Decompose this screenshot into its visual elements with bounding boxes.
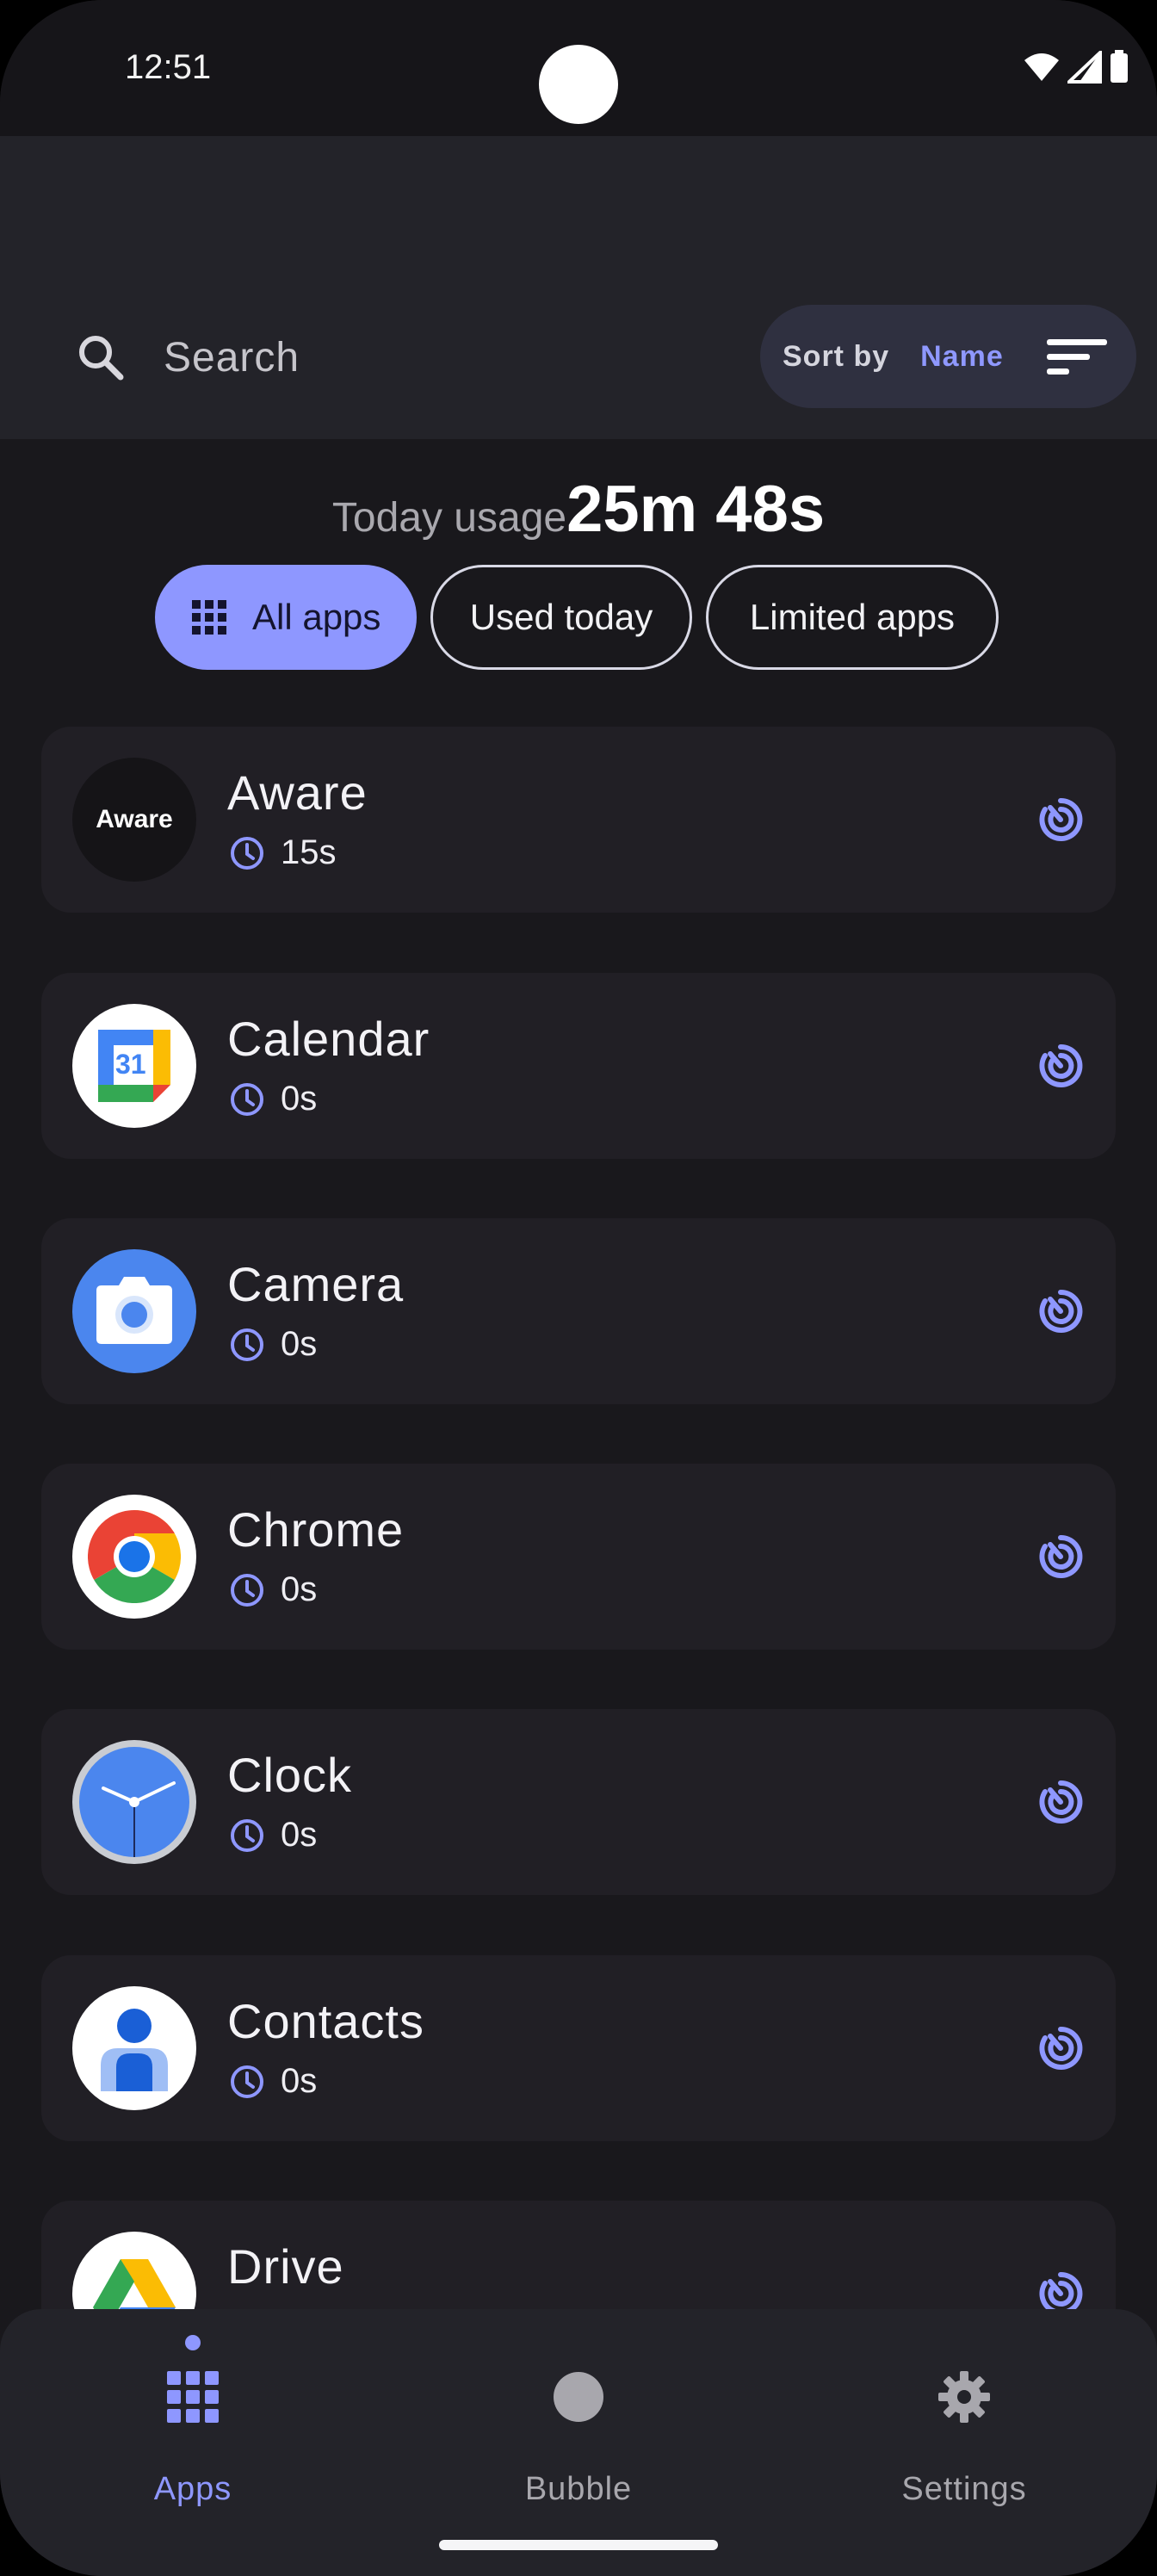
limit-timer-icon[interactable]	[1036, 1778, 1085, 1826]
search-icon	[79, 336, 124, 381]
app-usage-time: 0s	[229, 2062, 317, 2101]
app-usage-time: 15s	[229, 833, 337, 872]
chrome-icon	[72, 1495, 196, 1619]
contacts-icon	[72, 1986, 196, 2110]
limit-timer-icon[interactable]	[1036, 2024, 1085, 2072]
chip-label: All apps	[252, 597, 381, 637]
nav-apps[interactable]: Apps	[0, 2309, 386, 2524]
camera-cutout	[539, 45, 618, 124]
nav-label: Apps	[153, 2471, 232, 2507]
limit-timer-icon[interactable]	[1036, 1042, 1085, 1090]
app-name: Aware	[227, 765, 368, 820]
chip-label: Used today	[469, 597, 653, 637]
clock-small-icon	[231, 1082, 263, 1116]
chip-all-apps[interactable]: All apps	[155, 565, 417, 670]
sort-button[interactable]: Sort by Name	[760, 305, 1136, 408]
bubble-icon	[554, 2372, 603, 2422]
clock-small-icon	[231, 1328, 263, 1361]
calendar-icon: 31	[72, 1004, 196, 1128]
active-indicator	[185, 2335, 201, 2350]
battery-icon	[1111, 50, 1128, 83]
aware-logo-icon: Aware	[72, 758, 196, 882]
gear-icon	[938, 2371, 990, 2423]
limit-timer-icon[interactable]	[1036, 1533, 1085, 1581]
chip-used-today[interactable]: Used today	[430, 565, 692, 670]
app-usage-time: 0s	[229, 1816, 317, 1855]
chip-limited-apps[interactable]: Limited apps	[706, 565, 999, 670]
list-item[interactable]: Camera 0s	[41, 1218, 1116, 1404]
list-item[interactable]: Chrome 0s	[41, 1464, 1116, 1650]
clock-small-icon	[231, 1573, 263, 1607]
search-bar[interactable]: Search	[76, 310, 300, 405]
wifi-icon	[1024, 53, 1059, 81]
bottom-navigation: Apps Bubble Settings	[0, 2309, 1157, 2576]
list-item[interactable]: Contacts 0s	[41, 1955, 1116, 2141]
phone-screen: 12:51 Search Sort by Name Today usage25m…	[0, 0, 1157, 2576]
nav-label: Settings	[901, 2471, 1027, 2507]
filter-chips: All apps Used today Limited apps	[155, 565, 999, 670]
limit-timer-icon[interactable]	[1036, 796, 1085, 844]
signal-icon	[1067, 51, 1102, 84]
list-item[interactable]: 31 Calendar 0s	[41, 973, 1116, 1159]
nav-bubble[interactable]: Bubble	[386, 2309, 771, 2524]
clock-small-icon	[231, 2065, 263, 2098]
limit-timer-icon[interactable]	[1036, 1287, 1085, 1335]
sort-value: Name	[920, 339, 1004, 373]
grid-icon	[167, 2371, 219, 2423]
today-usage: Today usage25m 48s	[0, 472, 1157, 547]
chip-label: Limited apps	[749, 597, 956, 637]
app-name: Drive	[227, 2239, 344, 2294]
grid-icon	[192, 600, 226, 635]
search-input[interactable]: Search	[164, 334, 300, 381]
app-usage-time: 0s	[229, 1080, 317, 1118]
home-indicator[interactable]	[439, 2540, 718, 2550]
usage-label: Today usage	[331, 495, 567, 541]
sort-icon	[1047, 339, 1107, 375]
nav-settings[interactable]: Settings	[771, 2309, 1157, 2524]
list-item[interactable]: Aware Aware 15s	[41, 727, 1116, 913]
app-name: Clock	[227, 1748, 353, 1802]
nav-label: Bubble	[524, 2471, 633, 2507]
aware-logo-text: Aware	[96, 805, 173, 833]
calendar-day: 31	[115, 1049, 146, 1080]
usage-value: 25m 48s	[566, 473, 826, 546]
status-bar: 12:51	[0, 0, 1157, 136]
status-time: 12:51	[125, 48, 212, 86]
app-name: Chrome	[227, 1502, 405, 1557]
sort-label: Sort by	[783, 339, 890, 373]
clock-icon	[72, 1740, 196, 1864]
clock-small-icon	[231, 836, 263, 870]
app-usage-time: 0s	[229, 1570, 317, 1609]
status-icons	[1023, 50, 1129, 84]
list-item[interactable]: Clock 0s	[41, 1709, 1116, 1895]
app-name: Calendar	[227, 1012, 430, 1066]
app-name: Camera	[227, 1257, 405, 1311]
app-usage-time: 0s	[229, 1325, 317, 1364]
clock-small-icon	[231, 1818, 263, 1852]
app-name: Contacts	[227, 1994, 424, 2048]
camera-icon	[72, 1249, 196, 1373]
